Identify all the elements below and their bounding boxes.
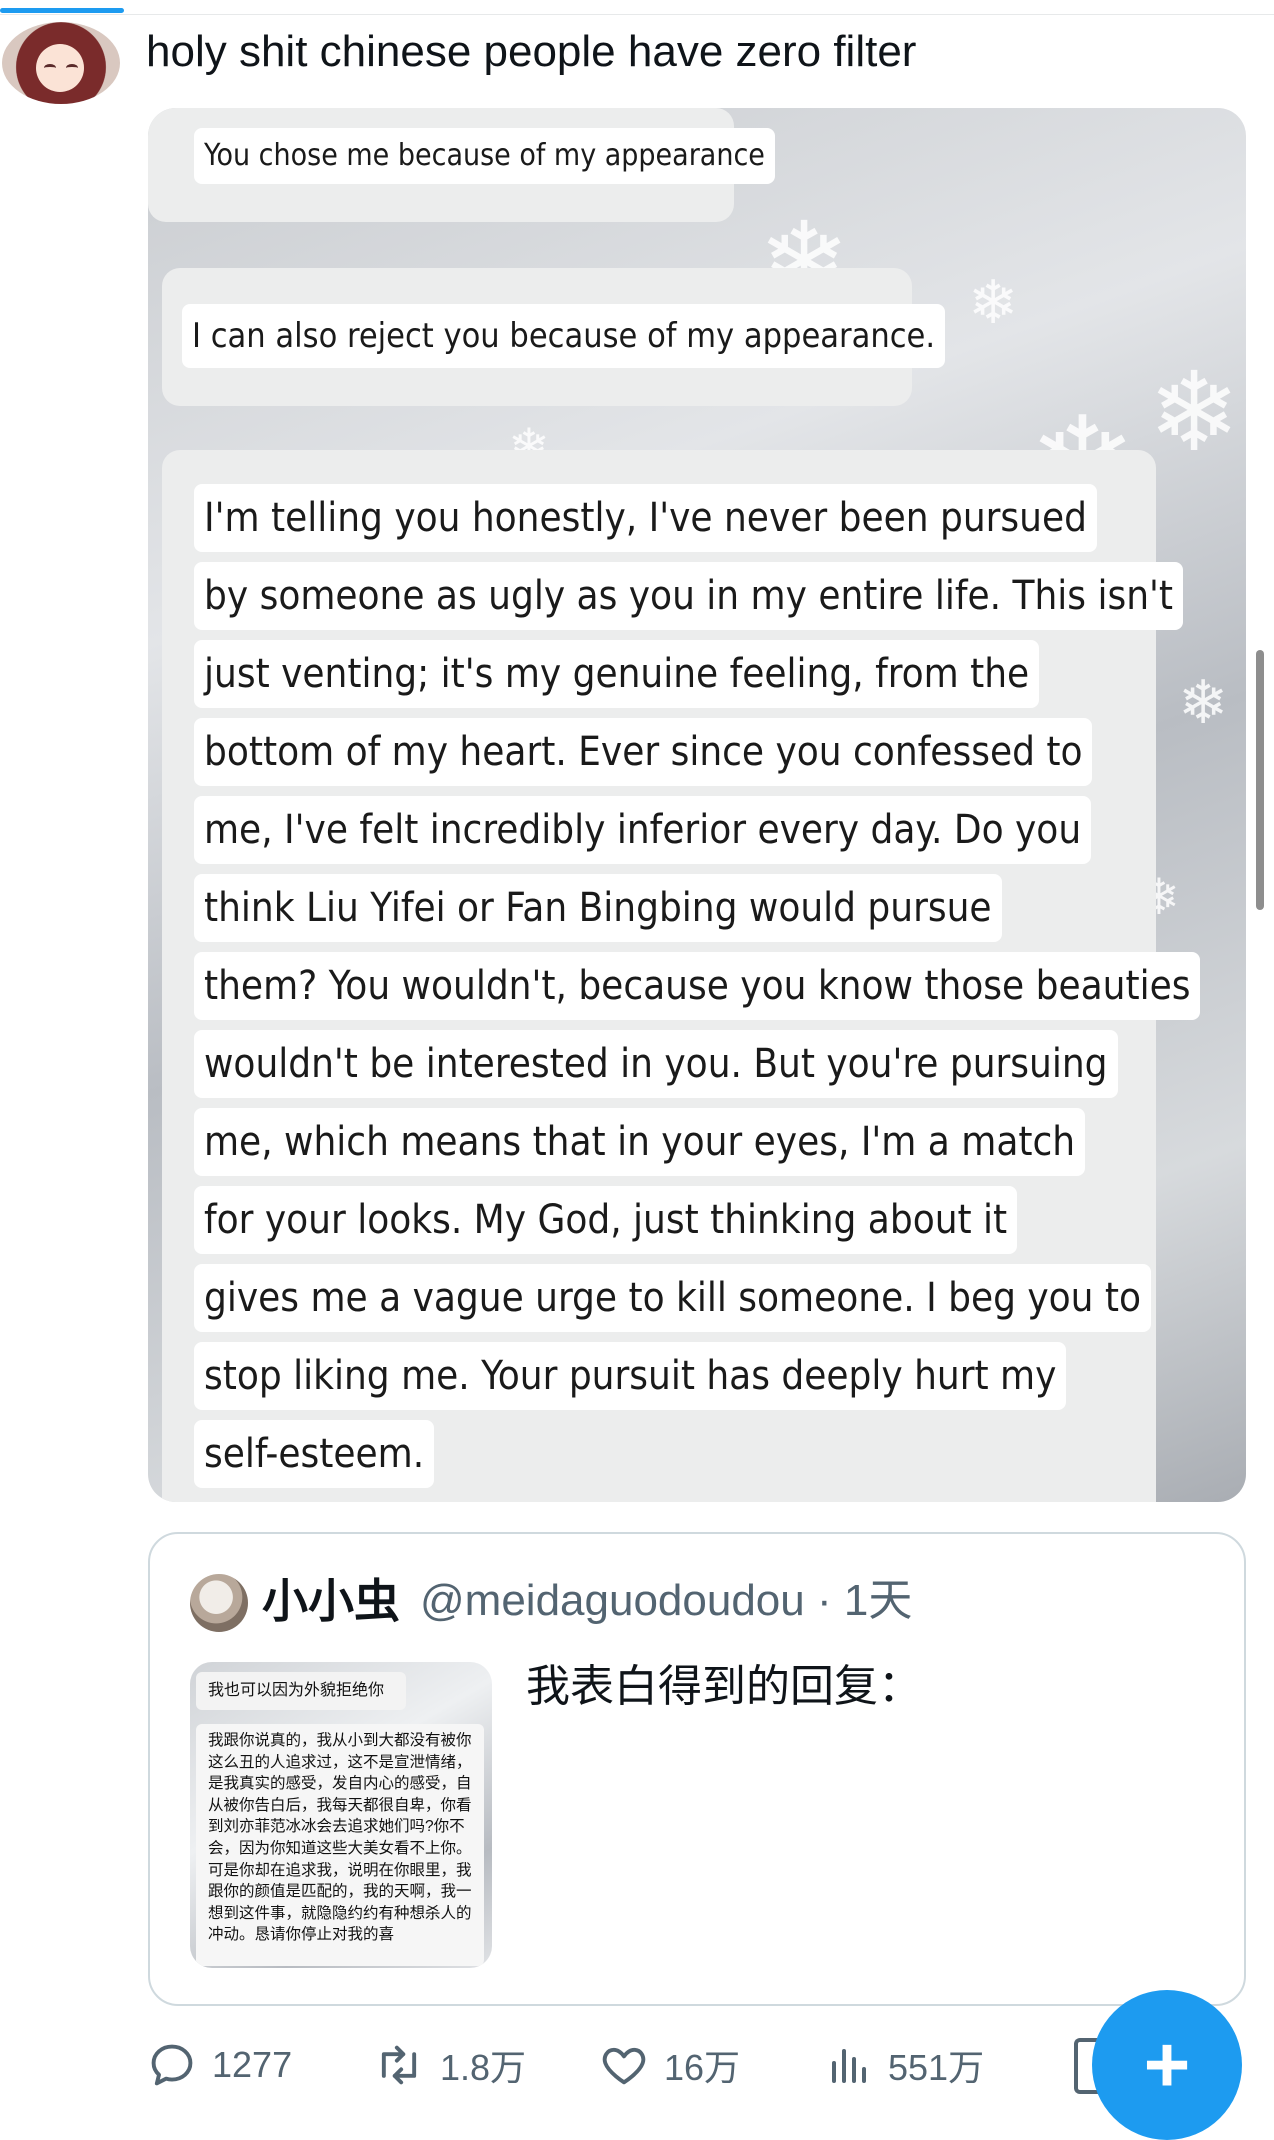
chat-bubble-2-text: I can also reject you because of my appe…	[182, 304, 946, 368]
chat-bubble-1-text: You chose me because of my appearance	[194, 128, 775, 184]
thumbnail-bubble-header: 我也可以因为外貌拒绝你	[196, 1672, 406, 1710]
message-line: me, I've felt incredibly inferior every …	[194, 796, 1092, 864]
tweet-text: holy shit chinese people have zero filte…	[146, 27, 917, 76]
repost-icon	[381, 2045, 417, 2085]
chat-bubble-2: I can also reject you because of my appe…	[162, 268, 946, 406]
message-line: just venting; it's my genuine feeling, f…	[194, 640, 1040, 708]
message-line: stop liking me. Your pursuit has deeply …	[194, 1342, 1067, 1410]
avatar-eye-right	[66, 64, 78, 72]
scrollbar[interactable]	[1256, 650, 1264, 910]
message-line: them? You wouldn't, because you know tho…	[194, 952, 1201, 1020]
repost-count: 1.8万	[440, 2047, 527, 2088]
message-line: think Liu Yifei or Fan Bingbing would pu…	[194, 874, 1002, 942]
quoted-author-name[interactable]: 小小虫	[262, 1564, 400, 1638]
message-line: wouldn't be interested in you. But you'r…	[194, 1030, 1118, 1098]
like-count: 16万	[664, 2047, 741, 2088]
quoted-author-handle: @meidaguodoudou · 1天	[420, 1576, 913, 1625]
chat-bubble-1: You chose me because of my appearance	[148, 108, 775, 222]
message-line: gives me a vague urge to kill someone. I…	[194, 1264, 1152, 1332]
message-line: bottom of my heart. Ever since you confe…	[194, 718, 1093, 786]
views-count: 551万	[888, 2047, 985, 2088]
top-progress-accent	[0, 8, 124, 13]
views-button[interactable]: 551万	[826, 2030, 984, 2100]
avatar-eye-left	[44, 64, 56, 72]
compose-button[interactable]: +	[1092, 1990, 1242, 2140]
quoted-media-thumbnail[interactable]: 我也可以因为外貌拒绝你 我跟你说真的，我从小到大都没有被你这么丑的人追求过，这不…	[190, 1662, 492, 1968]
author-avatar[interactable]	[2, 22, 120, 104]
views-chart-icon	[832, 2049, 866, 2083]
top-divider	[0, 0, 1274, 15]
message-line: me, which means that in your eyes, I'm a…	[194, 1108, 1086, 1176]
snowflake-decoration: ❄	[1148, 351, 1241, 474]
repost-button[interactable]: 1.8万	[372, 2030, 526, 2100]
message-line: self-esteem.	[194, 1420, 435, 1488]
message-line: by someone as ugly as you in my entire l…	[194, 562, 1184, 630]
quoted-tweet[interactable]: 小小虫 @meidaguodoudou · 1天 我也可以因为外貌拒绝你 我跟你…	[148, 1532, 1246, 2006]
tweet-media-image[interactable]: ❄ ❄ ❄ ❄ ❄ ❄ ❄ You chose me because of my…	[148, 108, 1246, 1502]
like-button[interactable]: 16万	[598, 2030, 740, 2100]
message-line: I'm telling you honestly, I've never bee…	[194, 484, 1097, 552]
chat-bubble-3: I'm telling you honestly, I've never bee…	[162, 450, 1201, 1502]
quoted-author-avatar[interactable]	[190, 1574, 248, 1632]
snowflake-decoration: ❄	[1178, 669, 1229, 736]
snowflake-decoration: ❄	[968, 269, 1019, 336]
reply-icon	[151, 2044, 193, 2086]
thumbnail-bubble-body: 我跟你说真的，我从小到大都没有被你这么丑的人追求过，这不是宣泄情绪，是我真实的感…	[196, 1724, 484, 1966]
quoted-tweet-text: 我表白得到的回复：	[526, 1662, 922, 1711]
heart-icon	[602, 2047, 646, 2085]
reply-count: 1277	[212, 2044, 293, 2085]
reply-button[interactable]: 1277	[146, 2030, 292, 2100]
message-line: for your looks. My God, just thinking ab…	[194, 1186, 1018, 1254]
